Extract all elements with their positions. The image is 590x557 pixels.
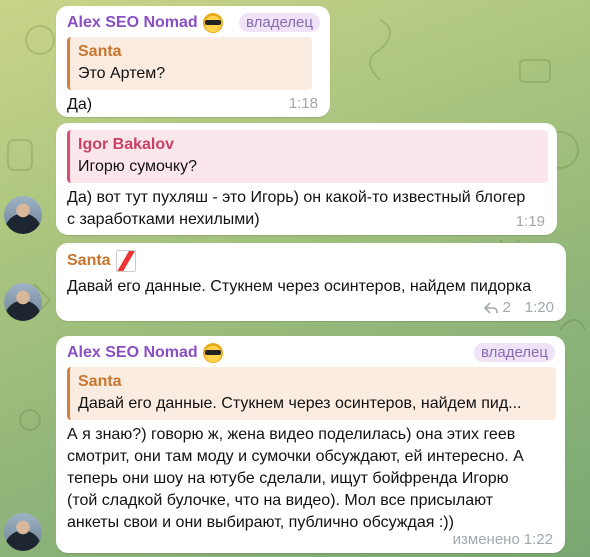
quote-text: Это Артем? bbox=[78, 65, 166, 82]
message-text: Давай его данные. Стукнем через осинтеро… bbox=[67, 278, 532, 295]
message-text-line: с заработками нехилыми) bbox=[67, 211, 260, 228]
message-text-line: А я знаю?) говорю ж, жена видео поделила… bbox=[67, 426, 516, 443]
message-meta: 1:18 bbox=[289, 95, 318, 112]
message-text-line: теперь они шоу на ютубе сделали, ищут бо… bbox=[67, 470, 509, 487]
message-bubble[interactable]: Igor Bakalov Игорю сумочку? Да) вот тут … bbox=[56, 123, 557, 235]
sender-avatar[interactable] bbox=[4, 283, 42, 321]
reply-quote[interactable]: Santa Давай его данные. Стукнем через ос… bbox=[67, 367, 556, 420]
message-bubble[interactable]: Alex SEO Nomad владелец Santa Давай его … bbox=[56, 336, 565, 553]
owner-badge: владелец bbox=[473, 343, 555, 362]
message-time: 1:18 bbox=[288, 95, 318, 112]
message-meta: 2 1:20 bbox=[484, 299, 554, 316]
sunglasses-emoji-icon bbox=[202, 343, 223, 363]
sender-name[interactable]: Alex SEO Nomad bbox=[67, 13, 198, 33]
reply-quote[interactable]: Igor Bakalov Игорю сумочку? bbox=[67, 130, 548, 183]
owner-badge: владелец bbox=[238, 13, 320, 32]
message-time: 1:19 bbox=[515, 213, 545, 230]
quote-text: Игорю сумочку? bbox=[78, 158, 198, 175]
reply-quote[interactable]: Santa Это Артем? bbox=[67, 37, 312, 90]
message-text: Да) вот тут пухляш - это Игорь) он какой… bbox=[67, 187, 546, 231]
message-text-line: (той сладкой булочке, что на видео). Мол… bbox=[67, 492, 494, 509]
message-text: Да) bbox=[67, 96, 93, 113]
message-meta: 1:19 bbox=[516, 213, 545, 230]
sender-avatar[interactable] bbox=[4, 513, 42, 551]
message-text: А я знаю?) говорю ж, жена видео поделила… bbox=[67, 424, 554, 534]
quote-sender: Santa bbox=[78, 43, 122, 60]
sunglasses-emoji-icon bbox=[202, 13, 223, 33]
message-time: 1:22 bbox=[523, 531, 553, 548]
sender-name[interactable]: Alex SEO Nomad bbox=[67, 343, 198, 363]
quote-sender: Santa bbox=[78, 373, 122, 390]
message-meta: изменено 1:22 bbox=[453, 531, 553, 548]
reply-arrow-icon bbox=[484, 301, 499, 314]
sender-name[interactable]: Santa bbox=[67, 251, 111, 271]
sender-avatar[interactable] bbox=[4, 196, 42, 234]
message-bubble[interactable]: Alex SEO Nomad владелец Santa Это Артем?… bbox=[56, 6, 330, 117]
quote-sender: Igor Bakalov bbox=[78, 136, 175, 153]
message-bubble[interactable]: Santa Давай его данные. Стукнем через ос… bbox=[56, 243, 566, 321]
message-text-line: Да) вот тут пухляш - это Игорь) он какой… bbox=[67, 189, 526, 206]
edited-label: изменено bbox=[452, 531, 520, 548]
playing-cards-emoji-icon bbox=[115, 250, 136, 272]
message-text-line: смотрит, они там моду и сумочки обсуждаю… bbox=[67, 448, 524, 465]
message-time: 1:20 bbox=[524, 299, 554, 316]
quote-text: Давай его данные. Стукнем через осинтеро… bbox=[78, 395, 522, 412]
reply-count[interactable]: 2 bbox=[502, 299, 510, 316]
